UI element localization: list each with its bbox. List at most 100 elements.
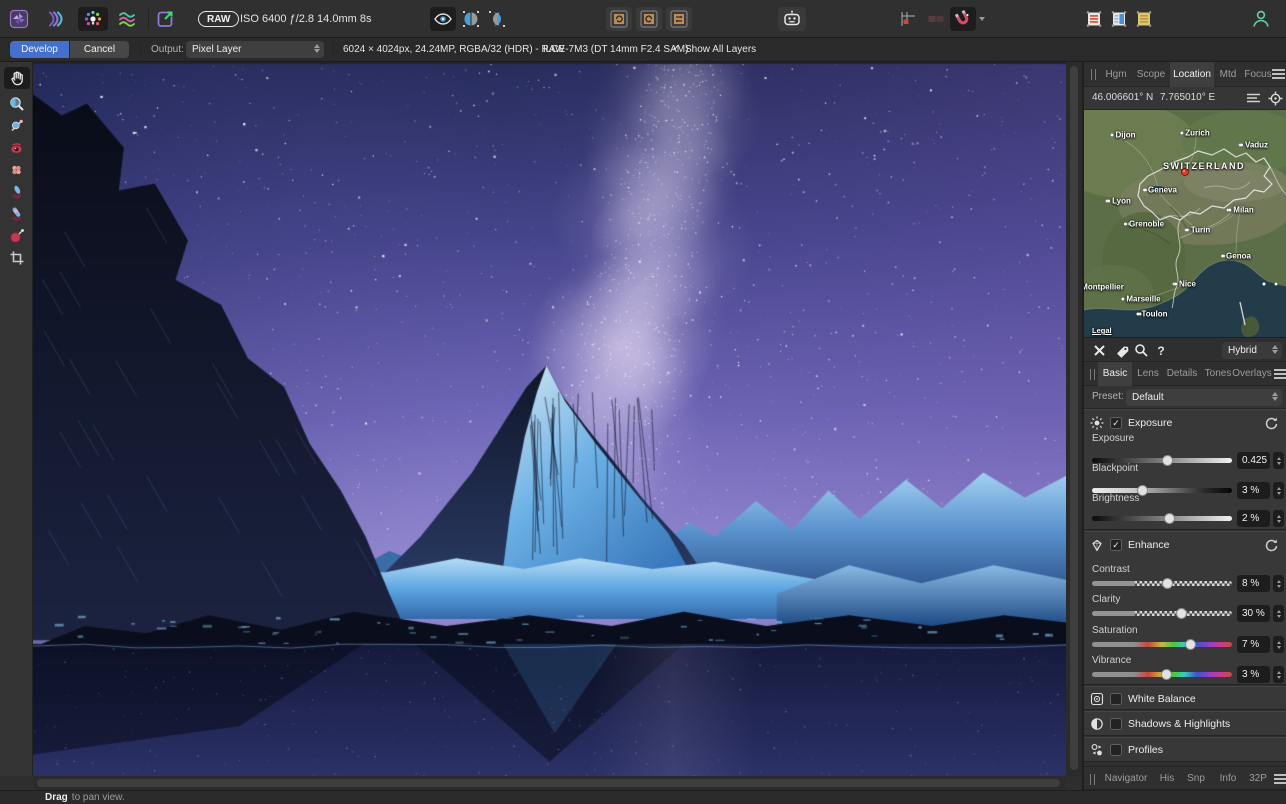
studio-yellow-icon[interactable] — [1134, 7, 1154, 31]
tab-navigator[interactable]: Navigator — [1100, 767, 1152, 791]
white-balance-enabled-checkbox[interactable] — [1110, 693, 1122, 705]
horizontal-scrollbar-thumb[interactable] — [37, 779, 1060, 787]
panel-menu-icon[interactable] — [1274, 369, 1286, 380]
split-view-icon[interactable] — [460, 7, 482, 31]
clone-rotate-2-icon[interactable] — [636, 7, 662, 31]
develop-persona-icon[interactable] — [78, 7, 108, 31]
contrast-value[interactable]: 8 % — [1237, 575, 1270, 592]
tab-info[interactable]: Info — [1214, 767, 1242, 791]
output-select[interactable]: Pixel Layer — [186, 41, 324, 58]
mirror-view-icon[interactable] — [486, 7, 508, 31]
location-map[interactable]: Dijon Zurich Vaduz SWITZERLAND Geneva Ly… — [1084, 110, 1286, 337]
crop-tool-icon[interactable] — [5, 248, 29, 268]
exposure-value[interactable]: 0.425 — [1237, 452, 1270, 469]
export-persona-icon[interactable] — [154, 7, 176, 31]
snapping-candidates-icon[interactable] — [926, 7, 946, 31]
brightness-slider[interactable] — [1092, 516, 1232, 521]
panel-grip-icon[interactable] — [1090, 774, 1095, 785]
clone-flip-icon[interactable] — [666, 7, 692, 31]
reset-icon[interactable] — [1264, 416, 1278, 430]
vertical-scrollbar-thumb[interactable] — [1070, 66, 1078, 770]
tab-history[interactable]: His — [1154, 767, 1180, 791]
clone-rotate-icon[interactable] — [606, 7, 632, 31]
slider-thumb[interactable] — [1176, 608, 1187, 619]
studio-red-icon[interactable] — [1084, 7, 1104, 31]
slider-thumb[interactable] — [1162, 578, 1173, 589]
develop-button[interactable]: Develop — [10, 41, 69, 58]
red-eye-removal-tool-icon[interactable] — [5, 138, 29, 158]
tab-location[interactable]: Location — [1170, 62, 1214, 87]
saturation-value[interactable]: 7 % — [1237, 636, 1270, 653]
account-person-icon[interactable] — [1250, 7, 1272, 31]
tag-icon[interactable] — [1112, 342, 1130, 359]
map-mode-select[interactable]: Hybrid — [1222, 342, 1282, 359]
zoom-tool-icon[interactable] — [5, 94, 29, 114]
assistant-robot-icon[interactable] — [778, 7, 806, 31]
value-stepper-icon[interactable] — [1273, 482, 1284, 499]
map-legal-link[interactable]: Legal — [1092, 326, 1112, 335]
shadows-highlights-enabled-checkbox[interactable] — [1110, 718, 1122, 730]
show-all-layers-check-icon[interactable]: ✓ — [672, 43, 680, 54]
white-balance-tool-icon[interactable] — [5, 116, 29, 136]
profiles-enabled-checkbox[interactable] — [1110, 744, 1122, 756]
vibrance-value[interactable]: 3 % — [1237, 666, 1270, 683]
liquify-persona-icon[interactable] — [44, 7, 66, 31]
horizontal-scrollbar[interactable] — [33, 776, 1066, 790]
snapping-magnet-icon[interactable] — [950, 7, 976, 31]
tab-hgm[interactable]: Hgm — [1102, 62, 1130, 87]
vertical-scrollbar[interactable] — [1066, 62, 1082, 776]
tab-details[interactable]: Details — [1164, 362, 1200, 386]
panel-grip-icon[interactable] — [1090, 369, 1095, 380]
value-stepper-icon[interactable] — [1273, 666, 1284, 683]
slider-thumb[interactable] — [1162, 455, 1173, 466]
snapping-grid-icon[interactable] — [898, 7, 918, 31]
photo-canvas[interactable] — [33, 62, 1066, 776]
studio-blue-icon[interactable] — [1109, 7, 1129, 31]
cancel-button[interactable]: Cancel — [70, 41, 129, 58]
value-stepper-icon[interactable] — [1273, 636, 1284, 653]
snapping-options-chevron-icon[interactable] — [979, 17, 985, 21]
brightness-value[interactable]: 2 % — [1237, 510, 1270, 527]
view-hand-tool-icon[interactable] — [4, 67, 30, 89]
tab-scope[interactable]: Scope — [1132, 62, 1170, 87]
exposure-enabled-checkbox[interactable] — [1110, 417, 1122, 429]
blackpoint-value[interactable]: 3 % — [1237, 482, 1270, 499]
slider-thumb[interactable] — [1164, 513, 1175, 524]
value-stepper-icon[interactable] — [1273, 452, 1284, 469]
tab-lens[interactable]: Lens — [1134, 362, 1162, 386]
contrast-slider[interactable] — [1092, 581, 1232, 586]
vibrance-slider[interactable] — [1092, 672, 1232, 677]
clarity-slider[interactable] — [1092, 611, 1232, 616]
tab-snapshots[interactable]: Snp — [1182, 767, 1210, 791]
show-all-layers-label[interactable]: Show All Layers — [685, 44, 756, 55]
reset-icon[interactable] — [1264, 538, 1278, 552]
tone-mapping-persona-icon[interactable] — [116, 7, 138, 31]
panel-menu-icon[interactable] — [1274, 774, 1286, 785]
single-view-icon[interactable] — [430, 7, 456, 31]
value-stepper-icon[interactable] — [1273, 510, 1284, 527]
remove-pin-icon[interactable] — [1090, 342, 1108, 359]
slider-thumb[interactable] — [1185, 639, 1196, 650]
photo-persona-icon[interactable] — [8, 7, 30, 31]
panel-menu-icon[interactable] — [1272, 69, 1285, 80]
slider-thumb[interactable] — [1161, 669, 1172, 680]
value-stepper-icon[interactable] — [1273, 605, 1284, 622]
search-icon[interactable] — [1132, 342, 1150, 359]
overlay-gradient-tool-icon[interactable] — [5, 226, 29, 246]
tab-32p[interactable]: 32P — [1244, 767, 1272, 791]
panel-grip-icon[interactable] — [1091, 69, 1096, 80]
preset-select[interactable]: Default — [1126, 389, 1282, 406]
clarity-value[interactable]: 30 % — [1237, 605, 1270, 622]
tab-basic[interactable]: Basic — [1098, 362, 1132, 386]
overlay-paint-tool-icon[interactable] — [5, 182, 29, 202]
enhance-enabled-checkbox[interactable] — [1110, 539, 1122, 551]
tab-mtd[interactable]: Mtd — [1214, 62, 1242, 87]
blemish-removal-tool-icon[interactable] — [5, 160, 29, 180]
tab-focus[interactable]: Focus — [1242, 62, 1274, 87]
saturation-slider[interactable] — [1092, 642, 1232, 647]
tab-overlays[interactable]: Overlays — [1230, 362, 1274, 386]
overlay-erase-tool-icon[interactable] — [5, 204, 29, 224]
location-list-icon[interactable] — [1246, 92, 1261, 105]
locate-crosshair-icon[interactable] — [1268, 91, 1283, 106]
help-icon[interactable]: ? — [1152, 342, 1170, 359]
